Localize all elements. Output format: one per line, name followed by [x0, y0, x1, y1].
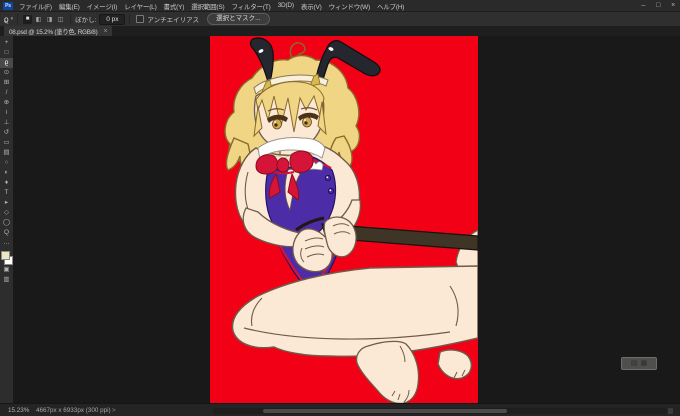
- menu-edit[interactable]: 編集(E): [59, 1, 80, 11]
- lasso-tool[interactable]: ϱ: [0, 58, 13, 68]
- screen-mode-button[interactable]: ▥: [0, 275, 13, 285]
- intersect-selection-button[interactable]: ◫: [56, 15, 65, 24]
- menu-type[interactable]: 書式(Y): [164, 1, 185, 11]
- document-tab-title: 08.psd @ 15.2% (塗り色, RGB/8): [9, 28, 98, 36]
- quick-mask-button[interactable]: ▣: [0, 265, 13, 275]
- divider: [129, 14, 131, 24]
- tab-close-icon[interactable]: ×: [103, 28, 107, 35]
- menu-select[interactable]: 選択範囲(S): [191, 1, 224, 11]
- select-and-mask-button[interactable]: 選択とマスク...: [207, 13, 270, 25]
- hand-tool[interactable]: ◯: [0, 218, 13, 228]
- spot-healing-tool[interactable]: ⊕: [0, 98, 13, 108]
- dodge-tool[interactable]: ◐: [0, 168, 13, 178]
- document-tab-bar: 08.psd @ 15.2% (塗り色, RGB/8) ×: [0, 26, 680, 36]
- pen-tool[interactable]: ♦: [0, 178, 13, 188]
- color-swatches: [0, 250, 13, 265]
- crop-tool[interactable]: ⊞: [0, 78, 13, 88]
- menu-view[interactable]: 表示(V): [301, 1, 322, 11]
- gradient-tool[interactable]: ▤: [0, 148, 13, 158]
- menu-image[interactable]: イメージ(I): [87, 1, 118, 11]
- document-dimensions: 4667px x 6933px (300 ppi): [36, 407, 111, 414]
- eyedropper-tool[interactable]: /: [0, 88, 13, 98]
- horizontal-scrollbar-thumb[interactable]: [263, 409, 507, 413]
- minimize-button[interactable]: –: [641, 2, 645, 9]
- subtract-from-selection-button[interactable]: ◨: [45, 15, 54, 24]
- history-brush-tool[interactable]: ↺: [0, 128, 13, 138]
- bunny-girl-illustration: [210, 36, 478, 404]
- zoom-level-field[interactable]: 15.23%: [8, 407, 29, 414]
- horizontal-scrollbar-track[interactable]: [213, 408, 667, 414]
- tool-preset-picker[interactable]: ϱ ▾: [4, 15, 13, 24]
- brush-tool[interactable]: ≀: [0, 108, 13, 118]
- add-to-selection-button[interactable]: ◧: [34, 15, 43, 24]
- antialias-label: アンチエイリアス: [147, 17, 200, 24]
- chevron-down-icon: ▾: [10, 16, 14, 22]
- feather-label: ぼかし:: [75, 17, 97, 24]
- blur-tool[interactable]: ○: [0, 158, 13, 168]
- edit-toolbar-button[interactable]: …: [0, 238, 13, 248]
- tool-options-bar: ϱ ▾ ■ ◧ ◨ ◫ ぼかし: 0 px アンチエイリアス 選択とマスク...: [0, 12, 680, 35]
- menu-file[interactable]: ファイル(F): [19, 1, 52, 11]
- document-canvas[interactable]: [210, 36, 478, 404]
- menu-bar: Ps ファイル(F) 編集(E) イメージ(I) レイヤー(L) 書式(Y) 選…: [0, 0, 680, 12]
- eraser-tool[interactable]: ▭: [0, 138, 13, 148]
- status-chevron-icon[interactable]: >: [112, 407, 116, 414]
- path-selection-tool[interactable]: ▸: [0, 198, 13, 208]
- divider: [70, 14, 72, 24]
- panel-icon: ▤: [630, 360, 638, 367]
- document-tab[interactable]: 08.psd @ 15.2% (塗り色, RGB/8) ×: [4, 26, 113, 36]
- divider: [17, 14, 19, 24]
- tools-panel: + □ ϱ ⊙ ⊞ / ⊕ ≀ ⊥ ↺ ▭ ▤ ○ ◐ ♦ T ▸ ◇ ◯ Q …: [0, 36, 14, 403]
- foreground-color-swatch[interactable]: [1, 251, 10, 260]
- marquee-tool[interactable]: □: [0, 48, 13, 58]
- menu-filter[interactable]: フィルター(T): [231, 1, 270, 11]
- menu-layer[interactable]: レイヤー(L): [124, 1, 157, 11]
- shape-tool[interactable]: ◇: [0, 208, 13, 218]
- clone-stamp-tool[interactable]: ⊥: [0, 118, 13, 128]
- maximize-button[interactable]: □: [656, 2, 660, 9]
- photoshop-window: Ps ファイル(F) 編集(E) イメージ(I) レイヤー(L) 書式(Y) 選…: [0, 0, 680, 416]
- type-tool[interactable]: T: [0, 188, 13, 198]
- status-bar: 15.23% 4667px x 6933px (300 ppi) >: [0, 403, 680, 416]
- antialias-checkbox[interactable]: [136, 15, 145, 23]
- panel-icon: ▦: [640, 360, 648, 367]
- photoshop-logo-icon[interactable]: Ps: [3, 1, 13, 10]
- object-selection-tool[interactable]: ⊙: [0, 68, 13, 78]
- menu-window[interactable]: ウィンドウ(W): [329, 1, 371, 11]
- menu-3d[interactable]: 3D(D): [278, 2, 295, 9]
- lasso-tool-icon: ϱ: [4, 14, 9, 24]
- move-tool[interactable]: +: [0, 38, 13, 48]
- close-button[interactable]: ×: [671, 2, 675, 9]
- zoom-tool[interactable]: Q: [0, 228, 13, 238]
- new-selection-button[interactable]: ■: [23, 14, 33, 24]
- scrollbar-corner: [668, 408, 673, 414]
- window-controls: – □ ×: [641, 0, 675, 11]
- menu-help[interactable]: ヘルプ(H): [377, 1, 405, 11]
- collapsed-panel-pill[interactable]: ▤ ▦: [621, 357, 657, 370]
- feather-input[interactable]: 0 px: [99, 13, 126, 25]
